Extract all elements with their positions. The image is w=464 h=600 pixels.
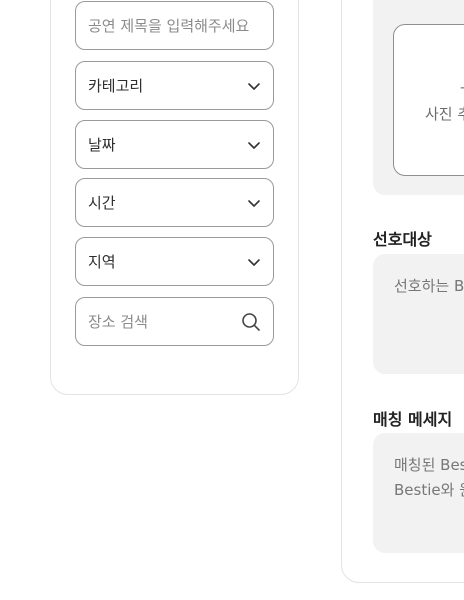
region-select-label: 지역 bbox=[88, 253, 116, 271]
place-search-input[interactable]: 장소 검색 bbox=[75, 297, 274, 346]
category-select[interactable]: 카테고리 bbox=[75, 61, 274, 110]
photo-add-button[interactable] bbox=[393, 24, 464, 176]
preference-textarea[interactable]: 선호하는 B bbox=[373, 254, 464, 374]
category-select-label: 카테고리 bbox=[88, 77, 144, 95]
message-placeholder-line1: 매칭된 Bes bbox=[394, 456, 464, 474]
message-title: 매칭 메세지 bbox=[373, 410, 453, 429]
region-select[interactable]: 지역 bbox=[75, 237, 274, 286]
place-search-placeholder: 장소 검색 bbox=[88, 313, 148, 331]
preference-title: 선호대상 bbox=[373, 230, 432, 249]
date-select-label: 날짜 bbox=[88, 136, 116, 154]
title-search-placeholder: 공연 제목을 입력해주세요 bbox=[88, 17, 250, 35]
preference-placeholder: 선호하는 B bbox=[394, 277, 464, 295]
search-icon[interactable] bbox=[241, 312, 261, 332]
date-select[interactable]: 날짜 bbox=[75, 120, 274, 169]
chevron-down-icon bbox=[248, 141, 260, 149]
time-select-label: 시간 bbox=[88, 194, 116, 212]
photo-add-label: 사진 추 bbox=[425, 105, 464, 123]
chevron-down-icon bbox=[248, 82, 260, 90]
title-search-input[interactable]: 공연 제목을 입력해주세요 bbox=[75, 1, 274, 50]
page: 공연 제목을 입력해주세요 카테고리 날짜 시간 지역 장소 검색 사진 선호대… bbox=[0, 0, 464, 600]
chevron-down-icon bbox=[248, 199, 260, 207]
message-textarea[interactable]: 매칭된 Bes Bestie와 원 bbox=[373, 433, 464, 553]
message-placeholder-line2: Bestie와 원 bbox=[394, 481, 464, 499]
chevron-down-icon bbox=[248, 258, 260, 266]
plus-icon: + bbox=[459, 80, 464, 96]
time-select[interactable]: 시간 bbox=[75, 178, 274, 227]
